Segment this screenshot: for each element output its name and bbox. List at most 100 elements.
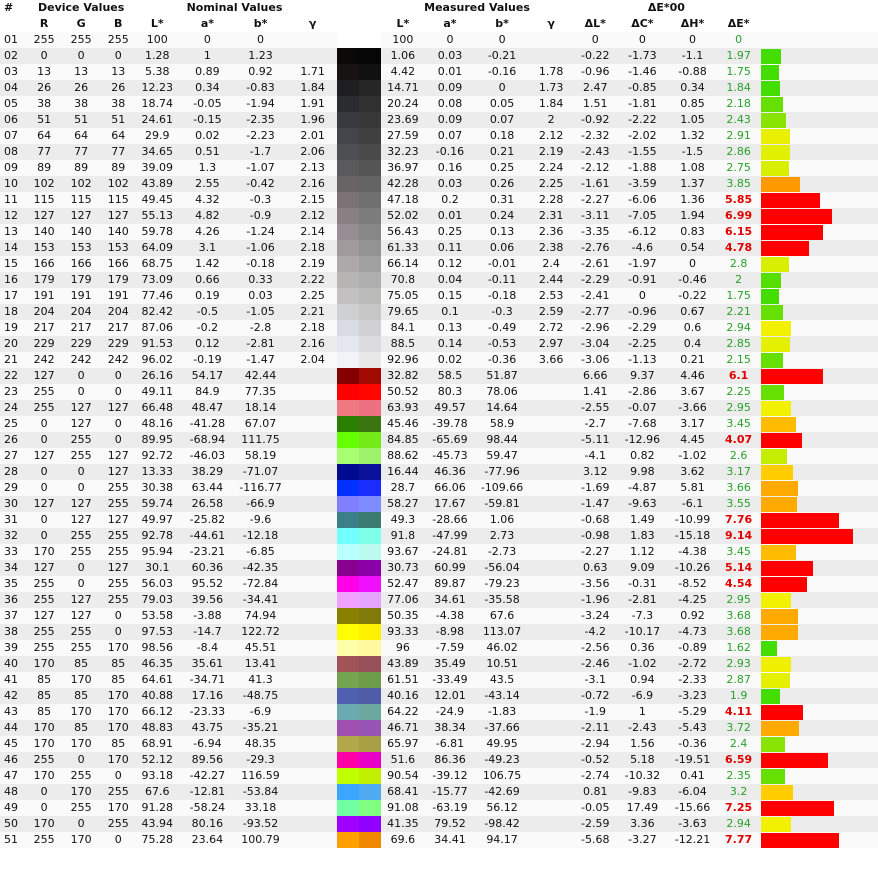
nominal-swatch [336, 400, 359, 416]
cell-measured-b: 56.12 [475, 800, 530, 816]
cell-delta-e: 3.17 [717, 464, 760, 480]
cell-r: 26 [30, 80, 59, 96]
nominal-swatch [336, 240, 359, 256]
cell-delta-c: -12.96 [617, 432, 668, 448]
cell-nominal-b: -2.8 [232, 320, 289, 336]
cell-delta-h: -0.88 [667, 64, 718, 80]
cell-delta-h: 0.54 [667, 240, 718, 256]
cell-nominal-a: 0.12 [182, 336, 233, 352]
table-row: 34 127 0 127 30.1 60.36 -42.35 30.73 60.99 -56.04… [0, 560, 878, 576]
cell-measured-l: 66.14 [380, 256, 425, 272]
cell-delta-l: 0.63 [573, 560, 618, 576]
cell-nominal-l: 89.95 [132, 432, 183, 448]
delta-e-bar-cell [759, 592, 878, 608]
col-delta-l: ΔL* [584, 17, 606, 30]
cell-g: 38 [58, 96, 105, 112]
row-index: 07 [0, 128, 31, 144]
row-index: 48 [0, 784, 31, 800]
color-swatch [336, 160, 381, 176]
cell-g: 153 [58, 240, 105, 256]
cell-delta-h: -3.66 [667, 400, 718, 416]
delta-e-bar-cell [759, 608, 878, 624]
measured-swatch [358, 288, 381, 304]
row-index: 22 [0, 368, 31, 384]
cell-measured-a: -47.99 [424, 528, 476, 544]
table-row: 48 0 170 255 67.6 -12.81 -53.84 68.41 -15.77 -42.… [0, 784, 878, 800]
cell-nominal-gamma: 2.16 [288, 336, 337, 352]
cell-nominal-l: 93.18 [132, 768, 183, 784]
color-swatch [336, 800, 381, 816]
cell-nominal-a: 0.89 [182, 64, 233, 80]
cell-nominal-b: 1.23 [232, 48, 289, 64]
cell-b: 127 [104, 464, 133, 480]
cell-nominal-l: 55.13 [132, 208, 183, 224]
cell-delta-c: -2.29 [617, 320, 668, 336]
cell-delta-c: -0.07 [617, 400, 668, 416]
cell-measured-gamma [529, 672, 574, 688]
cell-measured-a: 0.13 [424, 320, 476, 336]
cell-measured-b: 67.6 [475, 608, 530, 624]
table-row: 42 85 85 170 40.88 17.16 -48.75 40.16 12.01 -43.1… [0, 688, 878, 704]
cell-nominal-a: -0.05 [182, 96, 233, 112]
cell-measured-l: 84.85 [380, 432, 425, 448]
table-row: 37 127 127 0 53.58 -3.88 74.94 50.35 -4.38 67.6 -3… [0, 608, 878, 624]
cell-nominal-a: 60.36 [182, 560, 233, 576]
delta-e-bar [760, 753, 828, 768]
cell-measured-gamma [529, 544, 574, 560]
delta-e-bar [760, 817, 791, 832]
row-index: 32 [0, 528, 31, 544]
cell-nominal-b: -66.9 [232, 496, 289, 512]
row-index: 42 [0, 688, 31, 704]
cell-measured-b: 1.06 [475, 512, 530, 528]
delta-e-bar [760, 145, 790, 160]
cell-measured-b: 10.51 [475, 656, 530, 672]
cell-delta-h: 0.21 [667, 352, 718, 368]
cell-measured-gamma: 3.66 [529, 352, 574, 368]
cell-r: 140 [30, 224, 59, 240]
col-nominal-gamma: γ [308, 17, 317, 30]
cell-delta-e: 3.72 [717, 720, 760, 736]
cell-nominal-a: -58.24 [182, 800, 233, 816]
color-swatch [336, 576, 381, 592]
cell-nominal-b: -72.84 [232, 576, 289, 592]
table-row: 32 0 255 255 92.78 -44.61 -12.18 91.8 -47.99 2.73… [0, 528, 878, 544]
row-index: 12 [0, 208, 31, 224]
color-swatch [336, 112, 381, 128]
cell-delta-c: 0 [617, 32, 668, 48]
cell-measured-b: 0 [475, 32, 530, 48]
cell-measured-a: -28.66 [424, 512, 476, 528]
cell-r: 217 [30, 320, 59, 336]
cell-measured-a: 0.01 [424, 208, 476, 224]
table-row: 31 0 127 127 49.97 -25.82 -9.6 49.3 -28.66 1.06 -0… [0, 512, 878, 528]
delta-e-bar [760, 641, 777, 656]
nominal-swatch [336, 272, 359, 288]
color-swatch [336, 80, 381, 96]
cell-delta-l: -2.55 [573, 400, 618, 416]
cell-r: 0 [30, 480, 59, 496]
cell-delta-h: 0.4 [667, 336, 718, 352]
table-row: 36 255 127 255 79.03 39.56 -34.41 77.06 34.61 -35… [0, 592, 878, 608]
nominal-swatch [336, 496, 359, 512]
cell-measured-b: -0.16 [475, 64, 530, 80]
cell-delta-e: 2.43 [717, 112, 760, 128]
cell-delta-l: -0.98 [573, 528, 618, 544]
cell-measured-l: 23.69 [380, 112, 425, 128]
cell-delta-c: -0.85 [617, 80, 668, 96]
cell-delta-l: -2.61 [573, 256, 618, 272]
cell-nominal-l: 68.91 [132, 736, 183, 752]
cell-g: 170 [58, 672, 105, 688]
cell-r: 191 [30, 288, 59, 304]
cell-measured-l: 61.33 [380, 240, 425, 256]
cell-b: 255 [104, 32, 133, 48]
cell-g: 229 [58, 336, 105, 352]
delta-e-bar-cell [759, 432, 878, 448]
table-row: 15 166 166 166 68.75 1.42 -0.18 2.19 66.14 0.12 -0… [0, 256, 878, 272]
cell-delta-h: -19.51 [667, 752, 718, 768]
cell-measured-a: 0.14 [424, 336, 476, 352]
cell-delta-c: -2.86 [617, 384, 668, 400]
cell-measured-gamma: 2.53 [529, 288, 574, 304]
cell-delta-e: 2.25 [717, 384, 760, 400]
cell-b: 0 [104, 384, 133, 400]
cell-nominal-b: -35.21 [232, 720, 289, 736]
table-row: 11 115 115 115 49.45 4.32 -0.3 2.15 47.18 0.2 0.31… [0, 192, 878, 208]
